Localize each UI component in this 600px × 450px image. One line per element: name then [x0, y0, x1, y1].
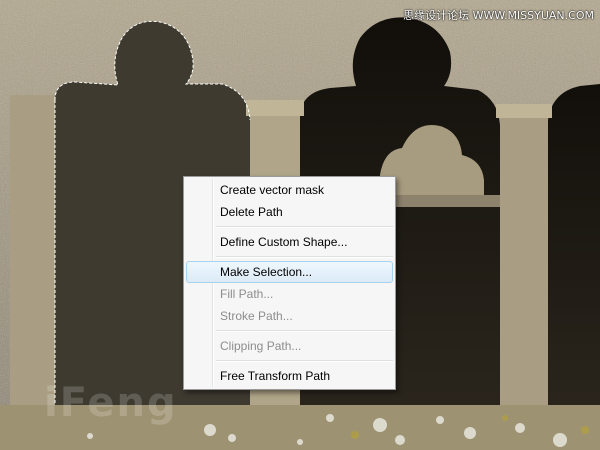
menu-item-fill-path: Fill Path... — [220, 287, 274, 301]
column-1 — [10, 95, 55, 415]
menu-item-define-custom-shape[interactable]: Define Custom Shape... — [186, 231, 393, 253]
menu-separator — [216, 330, 393, 332]
column-3 — [500, 110, 548, 415]
menu-separator — [216, 256, 393, 258]
arch-opening-right — [548, 84, 600, 405]
menu-item-make-selection[interactable]: Make Selection... — [186, 261, 393, 283]
menu-item-clipping-path: Clipping Path... — [220, 339, 302, 353]
logo-watermark: iFeng — [44, 380, 178, 426]
menu-separator — [216, 360, 393, 362]
menu-separator — [216, 226, 393, 228]
menu-item-free-transform-path[interactable]: Free Transform Path — [186, 365, 393, 387]
menu-item-delete-path[interactable]: Delete Path — [186, 201, 393, 223]
site-watermark: 思缘设计论坛 WWW.MISSYUAN.COM — [403, 9, 594, 22]
menu-item-stroke-path: Stroke Path... — [220, 309, 293, 323]
menu-item-create-vector-mask[interactable]: Create vector mask — [186, 179, 393, 201]
context-menu: Create vector mask Delete Path Define Cu… — [183, 176, 396, 390]
